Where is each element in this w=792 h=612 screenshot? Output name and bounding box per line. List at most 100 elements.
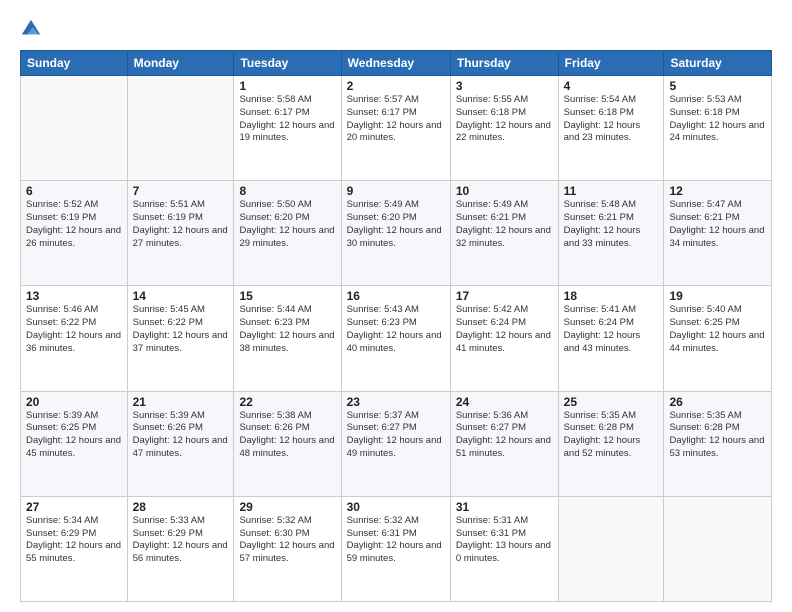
header-cell-tuesday: Tuesday [234,51,341,76]
logo-icon [20,18,42,40]
day-cell [664,496,772,601]
day-cell: 20Sunrise: 5:39 AM Sunset: 6:25 PM Dayli… [21,391,128,496]
day-cell: 15Sunrise: 5:44 AM Sunset: 6:23 PM Dayli… [234,286,341,391]
day-number: 13 [26,289,122,303]
day-number: 9 [347,184,445,198]
day-info: Sunrise: 5:50 AM Sunset: 6:20 PM Dayligh… [239,199,335,250]
day-info: Sunrise: 5:51 AM Sunset: 6:19 PM Dayligh… [133,199,229,250]
day-info: Sunrise: 5:39 AM Sunset: 6:25 PM Dayligh… [26,410,122,461]
day-number: 17 [456,289,553,303]
day-info: Sunrise: 5:40 AM Sunset: 6:25 PM Dayligh… [669,304,766,355]
day-cell: 6Sunrise: 5:52 AM Sunset: 6:19 PM Daylig… [21,181,128,286]
day-number: 6 [26,184,122,198]
day-cell: 27Sunrise: 5:34 AM Sunset: 6:29 PM Dayli… [21,496,128,601]
calendar-header: SundayMondayTuesdayWednesdayThursdayFrid… [21,51,772,76]
day-info: Sunrise: 5:32 AM Sunset: 6:30 PM Dayligh… [239,515,335,566]
week-row-3: 20Sunrise: 5:39 AM Sunset: 6:25 PM Dayli… [21,391,772,496]
week-row-1: 6Sunrise: 5:52 AM Sunset: 6:19 PM Daylig… [21,181,772,286]
day-number: 8 [239,184,335,198]
day-number: 25 [564,395,659,409]
day-number: 26 [669,395,766,409]
day-info: Sunrise: 5:32 AM Sunset: 6:31 PM Dayligh… [347,515,445,566]
day-info: Sunrise: 5:49 AM Sunset: 6:20 PM Dayligh… [347,199,445,250]
day-info: Sunrise: 5:35 AM Sunset: 6:28 PM Dayligh… [564,410,659,461]
day-number: 24 [456,395,553,409]
day-number: 30 [347,500,445,514]
page: SundayMondayTuesdayWednesdayThursdayFrid… [0,0,792,612]
day-info: Sunrise: 5:34 AM Sunset: 6:29 PM Dayligh… [26,515,122,566]
day-number: 15 [239,289,335,303]
day-cell: 21Sunrise: 5:39 AM Sunset: 6:26 PM Dayli… [127,391,234,496]
day-info: Sunrise: 5:43 AM Sunset: 6:23 PM Dayligh… [347,304,445,355]
header-cell-monday: Monday [127,51,234,76]
day-cell: 18Sunrise: 5:41 AM Sunset: 6:24 PM Dayli… [558,286,664,391]
header-row: SundayMondayTuesdayWednesdayThursdayFrid… [21,51,772,76]
header-cell-thursday: Thursday [450,51,558,76]
day-cell: 23Sunrise: 5:37 AM Sunset: 6:27 PM Dayli… [341,391,450,496]
day-info: Sunrise: 5:53 AM Sunset: 6:18 PM Dayligh… [669,94,766,145]
day-info: Sunrise: 5:31 AM Sunset: 6:31 PM Dayligh… [456,515,553,566]
day-info: Sunrise: 5:47 AM Sunset: 6:21 PM Dayligh… [669,199,766,250]
day-number: 21 [133,395,229,409]
day-info: Sunrise: 5:37 AM Sunset: 6:27 PM Dayligh… [347,410,445,461]
week-row-4: 27Sunrise: 5:34 AM Sunset: 6:29 PM Dayli… [21,496,772,601]
day-number: 3 [456,79,553,93]
day-cell: 28Sunrise: 5:33 AM Sunset: 6:29 PM Dayli… [127,496,234,601]
day-cell: 13Sunrise: 5:46 AM Sunset: 6:22 PM Dayli… [21,286,128,391]
day-info: Sunrise: 5:33 AM Sunset: 6:29 PM Dayligh… [133,515,229,566]
day-cell: 26Sunrise: 5:35 AM Sunset: 6:28 PM Dayli… [664,391,772,496]
day-number: 14 [133,289,229,303]
day-info: Sunrise: 5:52 AM Sunset: 6:19 PM Dayligh… [26,199,122,250]
day-number: 4 [564,79,659,93]
day-number: 1 [239,79,335,93]
header-cell-sunday: Sunday [21,51,128,76]
day-cell: 25Sunrise: 5:35 AM Sunset: 6:28 PM Dayli… [558,391,664,496]
header [20,18,772,40]
day-number: 2 [347,79,445,93]
day-number: 31 [456,500,553,514]
day-cell [127,76,234,181]
day-info: Sunrise: 5:45 AM Sunset: 6:22 PM Dayligh… [133,304,229,355]
day-info: Sunrise: 5:39 AM Sunset: 6:26 PM Dayligh… [133,410,229,461]
day-cell: 1Sunrise: 5:58 AM Sunset: 6:17 PM Daylig… [234,76,341,181]
day-cell: 17Sunrise: 5:42 AM Sunset: 6:24 PM Dayli… [450,286,558,391]
header-cell-saturday: Saturday [664,51,772,76]
day-cell: 24Sunrise: 5:36 AM Sunset: 6:27 PM Dayli… [450,391,558,496]
day-info: Sunrise: 5:44 AM Sunset: 6:23 PM Dayligh… [239,304,335,355]
day-info: Sunrise: 5:36 AM Sunset: 6:27 PM Dayligh… [456,410,553,461]
day-cell: 12Sunrise: 5:47 AM Sunset: 6:21 PM Dayli… [664,181,772,286]
day-number: 20 [26,395,122,409]
day-cell: 31Sunrise: 5:31 AM Sunset: 6:31 PM Dayli… [450,496,558,601]
day-cell: 29Sunrise: 5:32 AM Sunset: 6:30 PM Dayli… [234,496,341,601]
day-info: Sunrise: 5:48 AM Sunset: 6:21 PM Dayligh… [564,199,659,250]
day-number: 22 [239,395,335,409]
day-info: Sunrise: 5:35 AM Sunset: 6:28 PM Dayligh… [669,410,766,461]
day-cell [21,76,128,181]
day-info: Sunrise: 5:57 AM Sunset: 6:17 PM Dayligh… [347,94,445,145]
day-number: 11 [564,184,659,198]
calendar-table: SundayMondayTuesdayWednesdayThursdayFrid… [20,50,772,602]
day-cell: 7Sunrise: 5:51 AM Sunset: 6:19 PM Daylig… [127,181,234,286]
day-number: 7 [133,184,229,198]
day-info: Sunrise: 5:58 AM Sunset: 6:17 PM Dayligh… [239,94,335,145]
day-info: Sunrise: 5:41 AM Sunset: 6:24 PM Dayligh… [564,304,659,355]
day-info: Sunrise: 5:49 AM Sunset: 6:21 PM Dayligh… [456,199,553,250]
day-cell: 4Sunrise: 5:54 AM Sunset: 6:18 PM Daylig… [558,76,664,181]
day-cell: 10Sunrise: 5:49 AM Sunset: 6:21 PM Dayli… [450,181,558,286]
calendar-body: 1Sunrise: 5:58 AM Sunset: 6:17 PM Daylig… [21,76,772,602]
logo [20,18,46,40]
day-number: 12 [669,184,766,198]
day-number: 27 [26,500,122,514]
day-cell [558,496,664,601]
header-cell-wednesday: Wednesday [341,51,450,76]
day-cell: 22Sunrise: 5:38 AM Sunset: 6:26 PM Dayli… [234,391,341,496]
day-cell: 3Sunrise: 5:55 AM Sunset: 6:18 PM Daylig… [450,76,558,181]
day-cell: 14Sunrise: 5:45 AM Sunset: 6:22 PM Dayli… [127,286,234,391]
day-cell: 5Sunrise: 5:53 AM Sunset: 6:18 PM Daylig… [664,76,772,181]
day-number: 23 [347,395,445,409]
day-cell: 30Sunrise: 5:32 AM Sunset: 6:31 PM Dayli… [341,496,450,601]
day-number: 29 [239,500,335,514]
day-number: 19 [669,289,766,303]
day-number: 10 [456,184,553,198]
day-cell: 11Sunrise: 5:48 AM Sunset: 6:21 PM Dayli… [558,181,664,286]
